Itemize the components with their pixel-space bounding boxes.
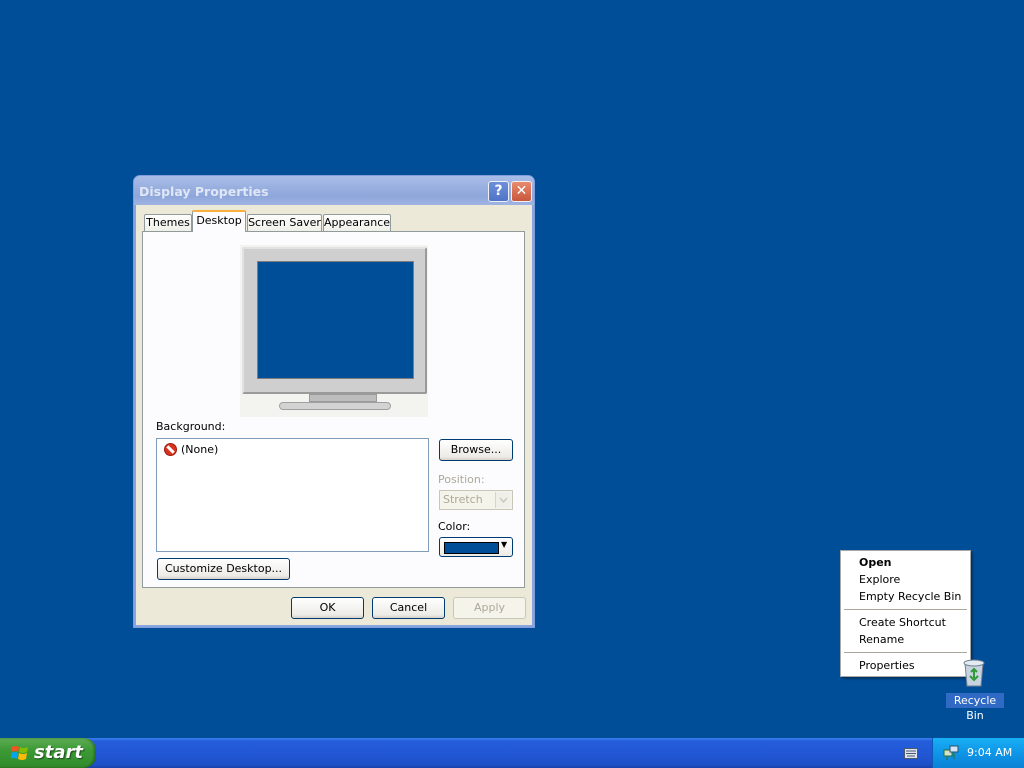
windows-logo-icon — [10, 745, 29, 764]
customize-desktop-button[interactable]: Customize Desktop... — [157, 558, 290, 580]
no-entry-icon — [164, 443, 177, 456]
context-menu: Open Explore Empty Recycle Bin Create Sh… — [840, 550, 971, 677]
menu-separator — [844, 652, 967, 653]
dropdown-arrow-icon: ▼ — [501, 540, 508, 549]
chevron-down-icon — [495, 492, 511, 508]
menu-item-open[interactable]: Open — [859, 556, 892, 569]
monitor-screen — [257, 261, 414, 379]
menu-item-empty-recycle-bin[interactable]: Empty Recycle Bin — [859, 590, 961, 603]
list-item-label: (None) — [181, 443, 219, 456]
menu-item-explore[interactable]: Explore — [859, 573, 900, 586]
recycle-bin-label[interactable]: Recycle Bin — [946, 693, 1004, 722]
position-value: Stretch — [443, 493, 483, 506]
menu-separator — [844, 609, 967, 610]
keyboard-icon[interactable] — [904, 748, 918, 762]
help-button[interactable]: ? — [488, 181, 509, 202]
browse-button[interactable]: Browse... — [439, 439, 513, 461]
position-select: Stretch — [439, 490, 513, 510]
dialog-title: Display Properties — [139, 184, 269, 199]
color-label: Color: — [438, 520, 471, 533]
color-swatch — [444, 542, 499, 554]
menu-item-create-shortcut[interactable]: Create Shortcut — [859, 616, 946, 629]
start-label: start — [34, 742, 83, 763]
position-label: Position: — [438, 473, 485, 486]
recycle-bin-icon[interactable] — [960, 656, 988, 688]
background-list[interactable]: (None) — [156, 438, 429, 552]
menu-item-rename[interactable]: Rename — [859, 633, 904, 646]
close-button[interactable]: ✕ — [511, 181, 532, 202]
start-button[interactable]: start — [0, 738, 96, 768]
color-picker[interactable]: ▼ — [439, 537, 513, 557]
tab-desktop[interactable]: Desktop — [192, 210, 246, 232]
tab-themes[interactable]: Themes — [144, 214, 192, 231]
system-tray: 9:04 AM — [932, 738, 1024, 768]
clock[interactable]: 9:04 AM — [967, 746, 1012, 759]
title-bar[interactable]: Display Properties ? ✕ — [134, 176, 534, 205]
menu-item-properties[interactable]: Properties — [859, 659, 915, 672]
apply-button: Apply — [453, 597, 526, 619]
taskbar: start 9:04 AM — [0, 738, 1024, 768]
network-icon[interactable] — [943, 745, 959, 764]
tab-appearance[interactable]: Appearance — [323, 214, 391, 231]
display-properties-dialog: Display Properties ? ✕ Themes Desktop Sc… — [133, 175, 535, 628]
tab-screen-saver[interactable]: Screen Saver — [247, 214, 322, 231]
background-label: Background: — [156, 420, 226, 433]
cancel-button[interactable]: Cancel — [372, 597, 445, 619]
monitor-base — [279, 402, 391, 410]
monitor-neck — [309, 394, 377, 402]
list-item[interactable]: (None) — [158, 440, 427, 458]
ok-button[interactable]: OK — [291, 597, 364, 619]
